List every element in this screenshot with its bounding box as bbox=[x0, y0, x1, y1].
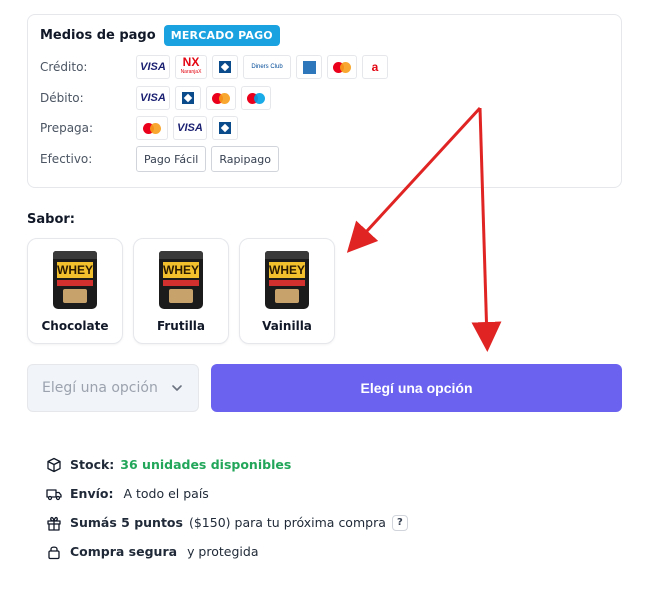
box-icon bbox=[47, 457, 61, 472]
efectivo-row: Efectivo: Pago Fácil Rapipago bbox=[40, 146, 279, 172]
debito-row: Débito: VISA bbox=[40, 86, 271, 110]
flavor-name: Frutilla bbox=[156, 319, 206, 333]
chevron-down-icon bbox=[172, 385, 182, 391]
cabal-logo bbox=[175, 86, 201, 110]
seguro-row: Compra segura y protegida bbox=[46, 537, 408, 566]
puntos-amount: ($150) bbox=[188, 515, 231, 530]
option-select[interactable]: Elegí una opción bbox=[27, 364, 199, 412]
puntos-suffix: para tu próxima compra bbox=[234, 515, 386, 530]
select-placeholder: Elegí una opción bbox=[42, 380, 158, 396]
stock-value: 36 unidades disponibles bbox=[120, 457, 292, 472]
product-image: WHEY bbox=[159, 251, 203, 309]
rapipago-logo: Rapipago bbox=[211, 146, 279, 172]
seguro-value: y protegida bbox=[187, 544, 259, 559]
flavor-name: Vainilla bbox=[262, 319, 312, 333]
maestro-logo bbox=[241, 86, 271, 110]
prepaga-label: Prepaga: bbox=[40, 121, 94, 135]
visa-logo: VISA bbox=[136, 86, 170, 110]
product-image: WHEY bbox=[265, 251, 309, 309]
product-info-list: Stock: 36 unidades disponibles Envío: A … bbox=[46, 450, 408, 566]
select-option-button[interactable]: Elegí una opción bbox=[211, 364, 622, 412]
visa-logo: VISA bbox=[136, 55, 170, 79]
pago-facil-logo: Pago Fácil bbox=[136, 146, 207, 172]
truck-icon bbox=[46, 488, 62, 500]
flavor-option-vainilla[interactable]: WHEY Vainilla bbox=[239, 238, 335, 344]
prepaga-row: Prepaga: VISA bbox=[40, 116, 238, 140]
gift-icon bbox=[47, 516, 61, 531]
cabal-logo bbox=[212, 116, 238, 140]
naranja-x-mark: NX bbox=[182, 55, 200, 69]
argencard-logo: a bbox=[362, 55, 388, 79]
efectivo-label: Efectivo: bbox=[40, 152, 93, 166]
naranja-x-logo: NX NaranjaX bbox=[175, 55, 207, 79]
puntos-row: Sumás 5 puntos ($150) para tu próxima co… bbox=[46, 508, 408, 537]
payment-title: Medios de pago bbox=[40, 28, 156, 43]
envio-row: Envío: A todo el país bbox=[46, 479, 408, 508]
product-brand: WHEY bbox=[269, 262, 305, 278]
mastercard-logo bbox=[206, 86, 236, 110]
payment-methods-card: Medios de pago MERCADO PAGO Crédito: VIS… bbox=[27, 14, 622, 188]
puntos-label: Sumás 5 puntos bbox=[70, 515, 183, 530]
envio-value: A todo el país bbox=[123, 486, 209, 501]
visa-logo: VISA bbox=[173, 116, 207, 140]
mastercard-logo bbox=[327, 55, 357, 79]
help-icon[interactable]: ? bbox=[391, 514, 408, 531]
naranja-x-sub: NaranjaX bbox=[180, 69, 202, 75]
envio-label: Envío: bbox=[70, 486, 114, 501]
payment-header: Medios de pago MERCADO PAGO bbox=[40, 25, 280, 46]
cabal-logo bbox=[212, 55, 238, 79]
stock-label: Stock: bbox=[70, 457, 115, 472]
flavor-option-frutilla[interactable]: WHEY Frutilla bbox=[133, 238, 229, 344]
credito-row: Crédito: VISA NX NaranjaX Diners Club a bbox=[40, 55, 388, 79]
flavor-options: WHEY Chocolate WHEY Frutilla WHEY Vainil… bbox=[27, 238, 335, 344]
product-brand: WHEY bbox=[57, 262, 93, 278]
flavor-name: Chocolate bbox=[41, 319, 109, 333]
credito-label: Crédito: bbox=[40, 60, 88, 74]
lock-icon bbox=[48, 545, 60, 559]
sabor-label: Sabor: bbox=[27, 212, 75, 227]
amex-logo bbox=[296, 55, 322, 79]
product-image: WHEY bbox=[53, 251, 97, 309]
product-brand: WHEY bbox=[163, 262, 199, 278]
diners-club-logo: Diners Club bbox=[243, 55, 291, 79]
debito-label: Débito: bbox=[40, 91, 84, 105]
mastercard-logo bbox=[136, 116, 168, 140]
mercado-pago-badge: MERCADO PAGO bbox=[163, 25, 280, 46]
seguro-label: Compra segura bbox=[70, 544, 178, 559]
stock-row: Stock: 36 unidades disponibles bbox=[46, 450, 408, 479]
flavor-option-chocolate[interactable]: WHEY Chocolate bbox=[27, 238, 123, 344]
